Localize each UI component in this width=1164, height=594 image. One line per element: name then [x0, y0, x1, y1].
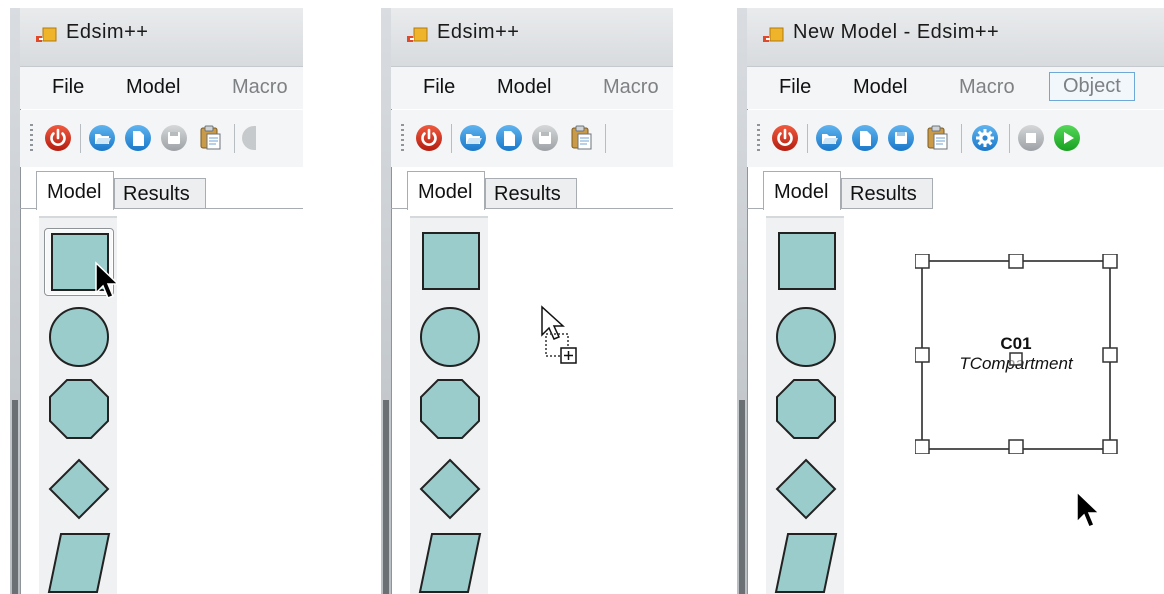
window-title: New Model - Edsim++	[793, 21, 1000, 43]
power-icon[interactable]	[771, 124, 799, 152]
node-name: C01	[1000, 334, 1032, 353]
menu-bar: File Model Macro Object	[747, 67, 1164, 109]
menu-macro[interactable]: Macro	[603, 76, 659, 99]
save-icon[interactable]	[887, 124, 915, 152]
palette-square[interactable]	[772, 228, 840, 294]
palette-parallelogram[interactable]	[45, 530, 113, 594]
power-icon[interactable]	[44, 124, 72, 152]
palette-square[interactable]	[44, 228, 114, 296]
stop-icon	[1018, 125, 1044, 151]
paste-icon[interactable]	[923, 124, 951, 152]
toolbar	[391, 110, 673, 167]
palette-circle[interactable]	[416, 304, 484, 370]
palette-diamond[interactable]	[772, 456, 840, 522]
shape-palette	[39, 216, 117, 594]
toolbar-grip[interactable]	[30, 124, 33, 152]
window-panel-1: Edsim++ File Model Macro Model Results	[10, 8, 303, 594]
window-title: Edsim++	[437, 21, 520, 43]
shape-palette	[410, 216, 488, 594]
open-icon[interactable]	[459, 124, 487, 152]
canvas-node-c01[interactable]: C01 TCompartment	[915, 254, 1123, 454]
menu-model[interactable]: Model	[497, 76, 551, 99]
title-bar: Edsim++	[391, 8, 673, 67]
window-panel-2: Edsim++ File Model Macro Model Results	[381, 8, 673, 594]
center-handle[interactable]	[1009, 352, 1023, 366]
tab-strip: Model Results	[20, 167, 303, 210]
menu-bar: File Model Macro	[20, 67, 303, 109]
power-icon[interactable]	[415, 124, 443, 152]
menu-macro[interactable]: Macro	[959, 76, 1015, 99]
tab-results[interactable]: Results	[841, 178, 933, 209]
menu-bar: File Model Macro	[391, 67, 673, 109]
title-bar: Edsim++	[20, 8, 303, 67]
drag-copy-cursor	[541, 305, 577, 364]
new-icon[interactable]	[495, 124, 523, 152]
palette-octagon[interactable]	[772, 376, 840, 442]
tab-strip: Model Results	[391, 167, 673, 210]
title-bar: New Model - Edsim++	[747, 8, 1164, 67]
palette-parallelogram[interactable]	[772, 530, 840, 594]
palette-square[interactable]	[416, 228, 484, 294]
save-icon	[161, 125, 187, 151]
tab-model[interactable]: Model	[763, 171, 841, 210]
palette-circle[interactable]	[45, 304, 113, 370]
play-icon[interactable]	[1053, 124, 1081, 152]
palette-parallelogram[interactable]	[416, 530, 484, 594]
gear-icon[interactable]	[971, 124, 999, 152]
palette-octagon[interactable]	[416, 376, 484, 442]
window-title: Edsim++	[66, 21, 149, 43]
palette-diamond[interactable]	[45, 456, 113, 522]
menu-file[interactable]: File	[779, 76, 811, 99]
menu-model[interactable]: Model	[853, 76, 907, 99]
open-icon[interactable]	[88, 124, 116, 152]
tab-strip: Model Results	[747, 167, 1164, 210]
tab-model[interactable]: Model	[407, 171, 485, 210]
tab-model[interactable]: Model	[36, 171, 114, 210]
menu-file[interactable]: File	[52, 76, 84, 99]
toolbar	[747, 110, 1164, 167]
app-icon	[763, 27, 784, 42]
palette-octagon[interactable]	[45, 376, 113, 442]
new-icon[interactable]	[851, 124, 879, 152]
tab-results[interactable]: Results	[485, 178, 577, 209]
menu-model[interactable]: Model	[126, 76, 180, 99]
app-icon	[36, 27, 57, 42]
toolbar-grip[interactable]	[401, 124, 404, 152]
palette-circle[interactable]	[772, 304, 840, 370]
arrow-cursor	[1076, 490, 1101, 528]
palette-diamond[interactable]	[416, 456, 484, 522]
menu-file[interactable]: File	[423, 76, 455, 99]
tab-results[interactable]: Results	[114, 178, 206, 209]
toolbar	[20, 110, 303, 167]
save-icon	[532, 125, 558, 151]
app-icon	[407, 27, 428, 42]
menu-object[interactable]: Object	[1049, 72, 1135, 101]
new-icon[interactable]	[124, 124, 152, 152]
window-panel-3: New Model - Edsim++ File Model Macro Obj…	[737, 8, 1164, 594]
toolbar-grip[interactable]	[757, 124, 760, 152]
menu-macro[interactable]: Macro	[232, 76, 288, 99]
paste-icon[interactable]	[567, 124, 595, 152]
open-icon[interactable]	[815, 124, 843, 152]
paste-icon[interactable]	[196, 124, 224, 152]
toolbar-overflow	[242, 126, 256, 150]
shape-palette	[766, 216, 844, 594]
